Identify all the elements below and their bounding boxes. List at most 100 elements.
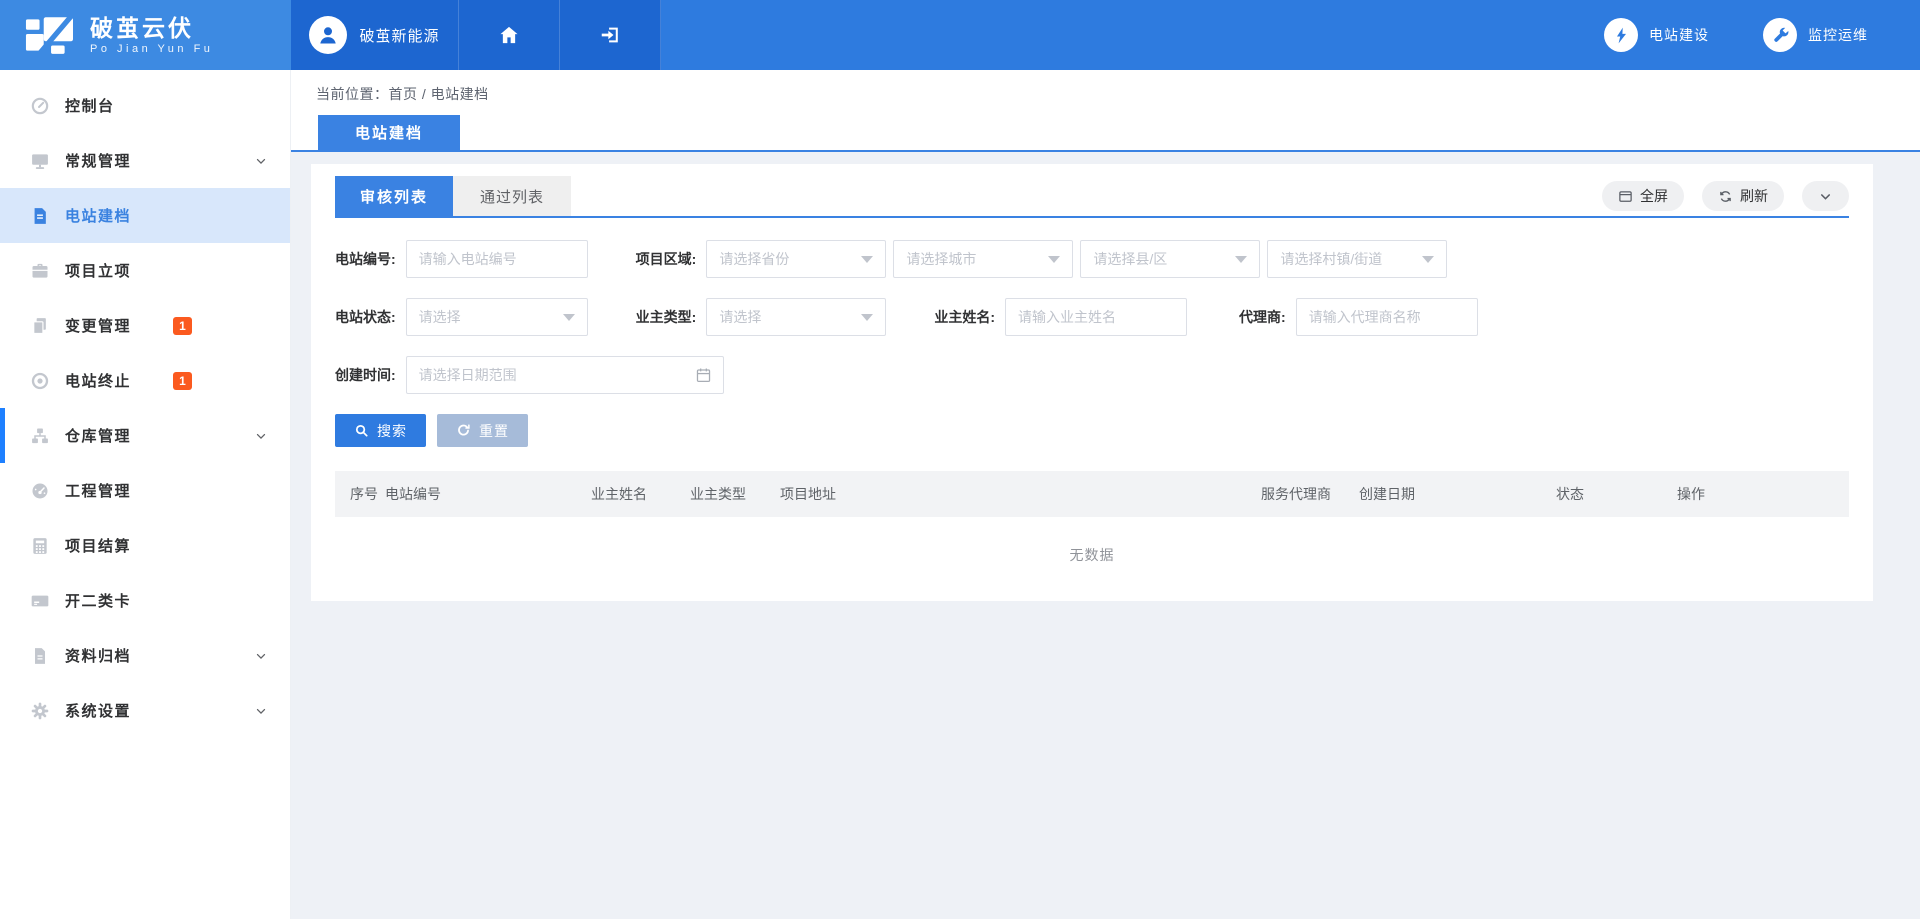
notification-badge: 1	[173, 372, 192, 390]
sidebar-item-label: 电站终止	[65, 370, 131, 391]
agent-input[interactable]	[1296, 298, 1478, 336]
refresh-button[interactable]: 刷新	[1702, 181, 1784, 211]
sidebar-item-warehouse-management[interactable]: 仓库管理	[0, 408, 290, 463]
sidebar-item-project-settlement[interactable]: 项目结算	[0, 518, 290, 573]
header-user-section: 破茧新能源	[291, 0, 661, 70]
station-no-input[interactable]	[406, 240, 588, 278]
station-no-label: 电站编号:	[335, 249, 396, 269]
select-placeholder: 请选择县/区	[1093, 249, 1167, 269]
sidebar-item-general-management[interactable]: 常规管理	[0, 133, 290, 188]
region-province-select[interactable]: 请选择省份	[706, 240, 886, 278]
fullscreen-button[interactable]: 全屏	[1602, 181, 1684, 211]
content-area: 审核列表 通过列表 全屏 刷新	[291, 152, 1920, 601]
reset-button[interactable]: 重置	[437, 414, 528, 447]
filter-form: 电站编号: 项目区域: 请选择省份请选择城市请选择县/区 请选择村镇/街道 电站状…	[335, 240, 1849, 447]
owner-type-label: 业主类型:	[636, 307, 697, 327]
nav-monitor-ops-label: 监控运维	[1808, 25, 1868, 45]
chevron-down-icon	[1818, 189, 1833, 204]
sidebar-item-label: 资料归档	[65, 645, 131, 666]
search-icon	[354, 423, 369, 438]
card-icon	[30, 591, 50, 611]
sidebar-item-system-settings[interactable]: 系统设置	[0, 683, 290, 738]
document-icon	[30, 206, 50, 226]
caret-down-icon	[1235, 256, 1247, 263]
panel-tools: 全屏 刷新	[1602, 181, 1849, 216]
station-status-select[interactable]: 请选择	[406, 298, 588, 336]
table-column-header: 服务代理商	[1261, 484, 1359, 504]
region-label: 项目区域:	[636, 249, 697, 269]
sidebar: 控制台常规管理电站建档项目立项变更管理1 电站终止 1 仓库管理工程管理项目结算开二类…	[0, 70, 291, 919]
brand-subtitle: Po Jian Yun Fu	[90, 43, 213, 55]
sidebar-item-label: 电站建档	[65, 205, 131, 226]
breadcrumb-label: 当前位置：	[316, 86, 389, 102]
tab-review-list[interactable]: 审核列表	[335, 176, 453, 216]
chevron-down-icon	[254, 154, 268, 168]
date-range-input[interactable]	[406, 356, 724, 394]
sidebar-item-label: 系统设置	[65, 700, 131, 721]
owner-name-label: 业主姓名:	[934, 307, 995, 327]
search-button[interactable]: 搜索	[335, 414, 426, 447]
created-time-label: 创建时间:	[335, 365, 396, 385]
fullscreen-icon	[1618, 189, 1633, 204]
sidebar-item-engineering-management[interactable]: 工程管理	[0, 463, 290, 518]
table-column-header: 项目地址	[780, 484, 1261, 504]
table-column-header: 序号	[335, 484, 385, 504]
page-header-strip: 当前位置：首页 / 电站建档 电站建档	[291, 70, 1920, 152]
date-range-field	[406, 356, 724, 394]
sidebar-item-station-termination[interactable]: 电站终止 1	[0, 353, 290, 408]
gauge-icon	[30, 481, 50, 501]
region-county-select[interactable]: 请选择县/区	[1080, 240, 1260, 278]
sidebar-item-change-management[interactable]: 变更管理1	[0, 298, 290, 353]
chevron-down-icon	[254, 704, 268, 718]
select-placeholder: 请选择村镇/街道	[1280, 249, 1382, 269]
owner-type-select[interactable]: 请选择	[706, 298, 886, 336]
sidebar-item-station-archive[interactable]: 电站建档	[0, 188, 290, 243]
caret-down-icon	[861, 256, 873, 263]
notification-badge: 1	[173, 317, 192, 335]
table-column-header: 状态	[1556, 484, 1677, 504]
gear-icon	[30, 701, 50, 721]
sidebar-item-label: 项目结算	[65, 535, 131, 556]
sidebar-item-second-class-card[interactable]: 开二类卡	[0, 573, 290, 628]
owner-name-input[interactable]	[1005, 298, 1187, 336]
nav-monitor-ops[interactable]: 监控运维	[1763, 18, 1868, 52]
main-area: 当前位置：首页 / 电站建档 电站建档 审核列表 通过列表 全屏	[291, 70, 1920, 919]
brand-logo-area: 破茧云伏 Po Jian Yun Fu	[0, 0, 291, 70]
calculator-icon	[30, 536, 50, 556]
home-button[interactable]	[459, 0, 560, 70]
sidebar-item-label: 控制台	[65, 95, 115, 116]
sidebar-item-label: 常规管理	[65, 150, 131, 171]
file-icon	[30, 646, 50, 666]
page-tab-station-archive[interactable]: 电站建档	[318, 115, 460, 150]
monitor-icon	[30, 151, 50, 171]
table-column-header: 业主姓名	[591, 484, 690, 504]
user-menu[interactable]: 破茧新能源	[291, 0, 459, 70]
caret-down-icon	[563, 314, 575, 321]
breadcrumb-path[interactable]: 首页 / 电站建档	[389, 86, 489, 102]
briefcase-icon	[30, 261, 50, 281]
caret-down-icon	[1048, 256, 1060, 263]
station-status-label: 电站状态:	[335, 307, 396, 327]
logout-button[interactable]	[560, 0, 661, 70]
region-city-select[interactable]: 请选择城市	[893, 240, 1073, 278]
agent-label: 代理商:	[1239, 307, 1286, 327]
collapse-button[interactable]	[1802, 181, 1849, 211]
breadcrumb: 当前位置：首页 / 电站建档	[316, 84, 489, 104]
brand-title: 破茧云伏	[90, 15, 213, 41]
user-name: 破茧新能源	[359, 25, 439, 46]
logout-icon	[599, 24, 621, 46]
user-icon	[316, 23, 340, 47]
results-table: 序号电站编号业主姓名业主类型项目地址服务代理商创建日期状态操作 无数据	[335, 471, 1849, 573]
table-column-header: 操作	[1677, 484, 1849, 504]
pages-icon	[30, 316, 50, 336]
sidebar-item-dashboard[interactable]: 控制台	[0, 78, 290, 133]
tab-passed-list[interactable]: 通过列表	[453, 176, 571, 216]
region-village-select[interactable]: 请选择村镇/街道	[1267, 240, 1447, 278]
panel-tabs: 审核列表 通过列表	[335, 176, 571, 216]
sidebar-item-data-archive[interactable]: 资料归档	[0, 628, 290, 683]
dashboard-icon	[30, 96, 50, 116]
panel-header: 审核列表 通过列表 全屏 刷新	[335, 176, 1849, 218]
nav-station-build[interactable]: 电站建设	[1604, 18, 1709, 52]
sidebar-item-project-initiation[interactable]: 项目立项	[0, 243, 290, 298]
brand-logo-icon	[24, 12, 76, 58]
